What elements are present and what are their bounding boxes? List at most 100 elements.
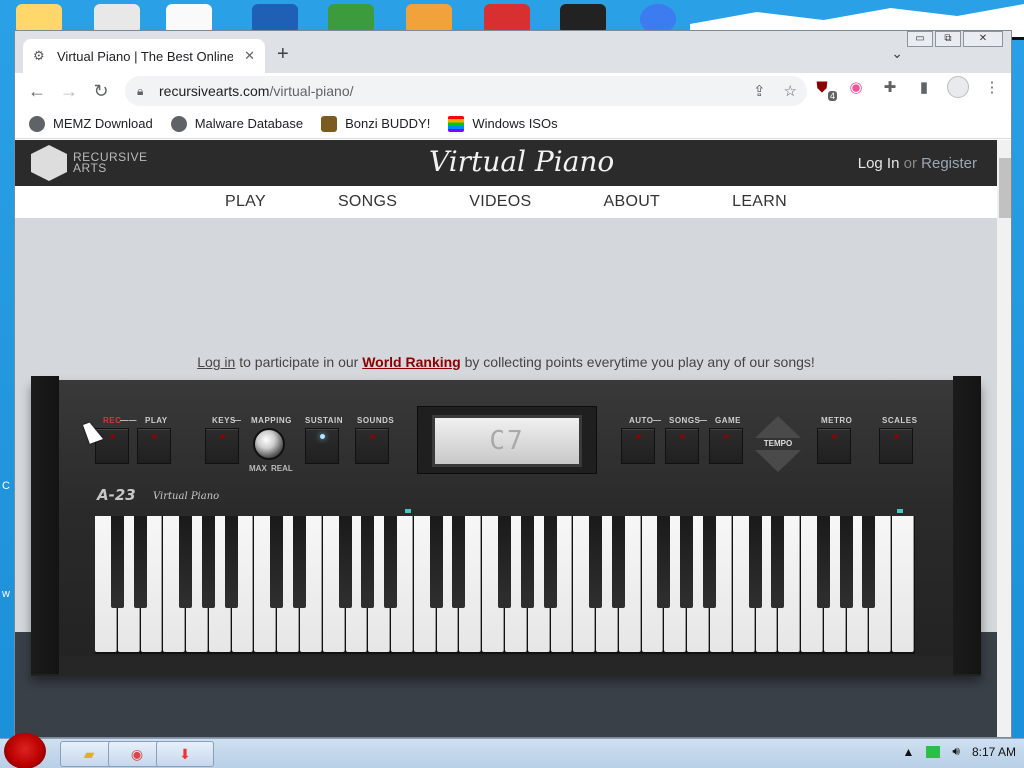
- black-key[interactable]: [520, 516, 534, 608]
- logo-text[interactable]: RECURSIVE ARTS: [73, 151, 148, 174]
- restore-button[interactable]: ⧉: [935, 31, 961, 47]
- display-frame: C7: [417, 406, 597, 474]
- black-key[interactable]: [657, 516, 671, 608]
- label-dash: —: [233, 416, 242, 425]
- label-dash: —: [699, 416, 708, 425]
- bookmark-bonzi-buddy[interactable]: Bonzi BUDDY!: [321, 115, 430, 132]
- new-tab-button[interactable]: +: [277, 43, 289, 66]
- tab-active[interactable]: ⚙ Virtual Piano | The Best Online ✕: [23, 39, 265, 73]
- led-indicator: [894, 434, 899, 439]
- bonzi-icon: [321, 115, 338, 132]
- tray-expand-icon[interactable]: ▲: [903, 745, 915, 759]
- play-button[interactable]: [137, 428, 171, 464]
- star-icon[interactable]: ☆: [784, 82, 797, 100]
- volume-icon[interactable]: 🔊︎: [952, 744, 960, 759]
- close-icon[interactable]: ✕: [244, 48, 255, 64]
- black-key[interactable]: [839, 516, 853, 608]
- black-key[interactable]: [862, 516, 876, 608]
- auto-button[interactable]: [621, 428, 655, 464]
- black-key[interactable]: [771, 516, 785, 608]
- page-scrollbar[interactable]: [997, 140, 1011, 737]
- rec-label: REC: [103, 416, 122, 425]
- black-key[interactable]: [361, 516, 375, 608]
- tempo-down-arrow-icon[interactable]: [755, 450, 801, 472]
- globe-icon: [29, 115, 45, 132]
- nav-play[interactable]: PLAY: [225, 193, 266, 211]
- bookmark-windows-isos[interactable]: Windows ISOs: [448, 115, 558, 132]
- black-key[interactable]: [498, 516, 511, 608]
- chevron-down-icon[interactable]: ⌄: [891, 45, 903, 62]
- start-button-angry-bird-icon[interactable]: [4, 733, 46, 768]
- black-key[interactable]: [384, 516, 398, 608]
- login-link[interactable]: Log In: [858, 155, 900, 172]
- nav-about[interactable]: ABOUT: [604, 193, 661, 211]
- register-link[interactable]: Register: [921, 155, 977, 172]
- bookmark-label: Malware Database: [194, 116, 304, 131]
- songs-button[interactable]: [665, 428, 699, 464]
- browser-window: ⚙ Virtual Piano | The Best Online ✕ + ⌄ …: [14, 30, 1012, 738]
- black-key[interactable]: [429, 516, 443, 608]
- tempo-up-arrow-icon[interactable]: [755, 416, 801, 438]
- keys-button[interactable]: [205, 428, 239, 464]
- metro-button[interactable]: [817, 428, 851, 464]
- bookmark-malware-database[interactable]: Malware Database: [170, 115, 304, 132]
- menu-kebab-icon[interactable]: ⋮: [981, 76, 1003, 98]
- knob-max-label: MAX: [249, 464, 267, 473]
- virtual-piano: REC —— PLAY KEYS — MAPPING MAX REAL SUST…: [31, 376, 981, 676]
- piano-base: [59, 656, 953, 676]
- black-key[interactable]: [589, 516, 603, 608]
- site-title[interactable]: Virtual Piano: [429, 145, 614, 178]
- lock-icon[interactable]: 🔒︎: [137, 84, 149, 98]
- black-key[interactable]: [680, 516, 694, 608]
- black-key[interactable]: [816, 516, 830, 608]
- tempo-label: TEMPO: [763, 439, 793, 448]
- flag-extension-icon[interactable]: ◉: [845, 76, 867, 98]
- black-key[interactable]: [224, 516, 238, 608]
- ublock-icon[interactable]: ⛊ 4: [811, 76, 837, 101]
- black-key[interactable]: [543, 516, 557, 608]
- rank-text: to participate in our: [235, 354, 363, 370]
- nav-learn[interactable]: LEARN: [732, 193, 787, 211]
- scales-button[interactable]: [879, 428, 913, 464]
- rank-login-link[interactable]: Log in: [197, 354, 235, 370]
- knob-real-label: REAL: [271, 464, 293, 473]
- songs-label: SONGS: [669, 416, 701, 425]
- black-key[interactable]: [703, 516, 716, 608]
- game-button[interactable]: [709, 428, 743, 464]
- white-key[interactable]: [892, 516, 914, 652]
- close-window-button[interactable]: ✕: [963, 31, 1003, 47]
- black-key[interactable]: [293, 516, 306, 608]
- puzzle-icon[interactable]: ✚: [879, 76, 901, 98]
- world-ranking-link[interactable]: World Ranking: [362, 354, 461, 370]
- bookmark-memz[interactable]: MEMZ Download: [29, 115, 153, 132]
- mapping-knob[interactable]: [253, 428, 285, 460]
- share-icon[interactable]: ⇪: [753, 82, 766, 100]
- black-key[interactable]: [452, 516, 466, 608]
- black-key[interactable]: [179, 516, 193, 608]
- clock[interactable]: 8:17 AM: [972, 745, 1016, 759]
- nav-songs[interactable]: SONGS: [338, 193, 397, 211]
- sounds-button[interactable]: [355, 428, 389, 464]
- recursive-arts-logo-icon[interactable]: [31, 145, 67, 181]
- black-key[interactable]: [133, 516, 147, 608]
- profile-avatar[interactable]: [947, 76, 969, 98]
- scrollbar-thumb[interactable]: [999, 158, 1011, 218]
- sustain-button[interactable]: [305, 428, 339, 464]
- minimize-button[interactable]: ▭: [907, 31, 933, 47]
- black-key[interactable]: [201, 516, 215, 608]
- forward-icon[interactable]: →: [53, 75, 85, 107]
- taskbar-downloader[interactable]: ⬇: [156, 741, 214, 767]
- black-key[interactable]: [338, 516, 352, 608]
- black-key[interactable]: [748, 516, 762, 608]
- back-icon[interactable]: ←: [21, 75, 53, 107]
- browser-toolbar: ← → ↻ 🔒︎ recursivearts.com /virtual-pian…: [15, 73, 1011, 109]
- address-bar[interactable]: 🔒︎ recursivearts.com /virtual-piano/ ⇪ ☆: [125, 76, 807, 106]
- nav-videos[interactable]: VIDEOS: [469, 193, 531, 211]
- black-key[interactable]: [110, 516, 124, 608]
- side-panel-icon[interactable]: ▮: [913, 76, 935, 98]
- network-icon[interactable]: [926, 745, 941, 758]
- black-key[interactable]: [611, 516, 625, 608]
- black-key[interactable]: [270, 516, 284, 608]
- led-indicator: [832, 434, 837, 439]
- reload-icon[interactable]: ↻: [85, 75, 117, 107]
